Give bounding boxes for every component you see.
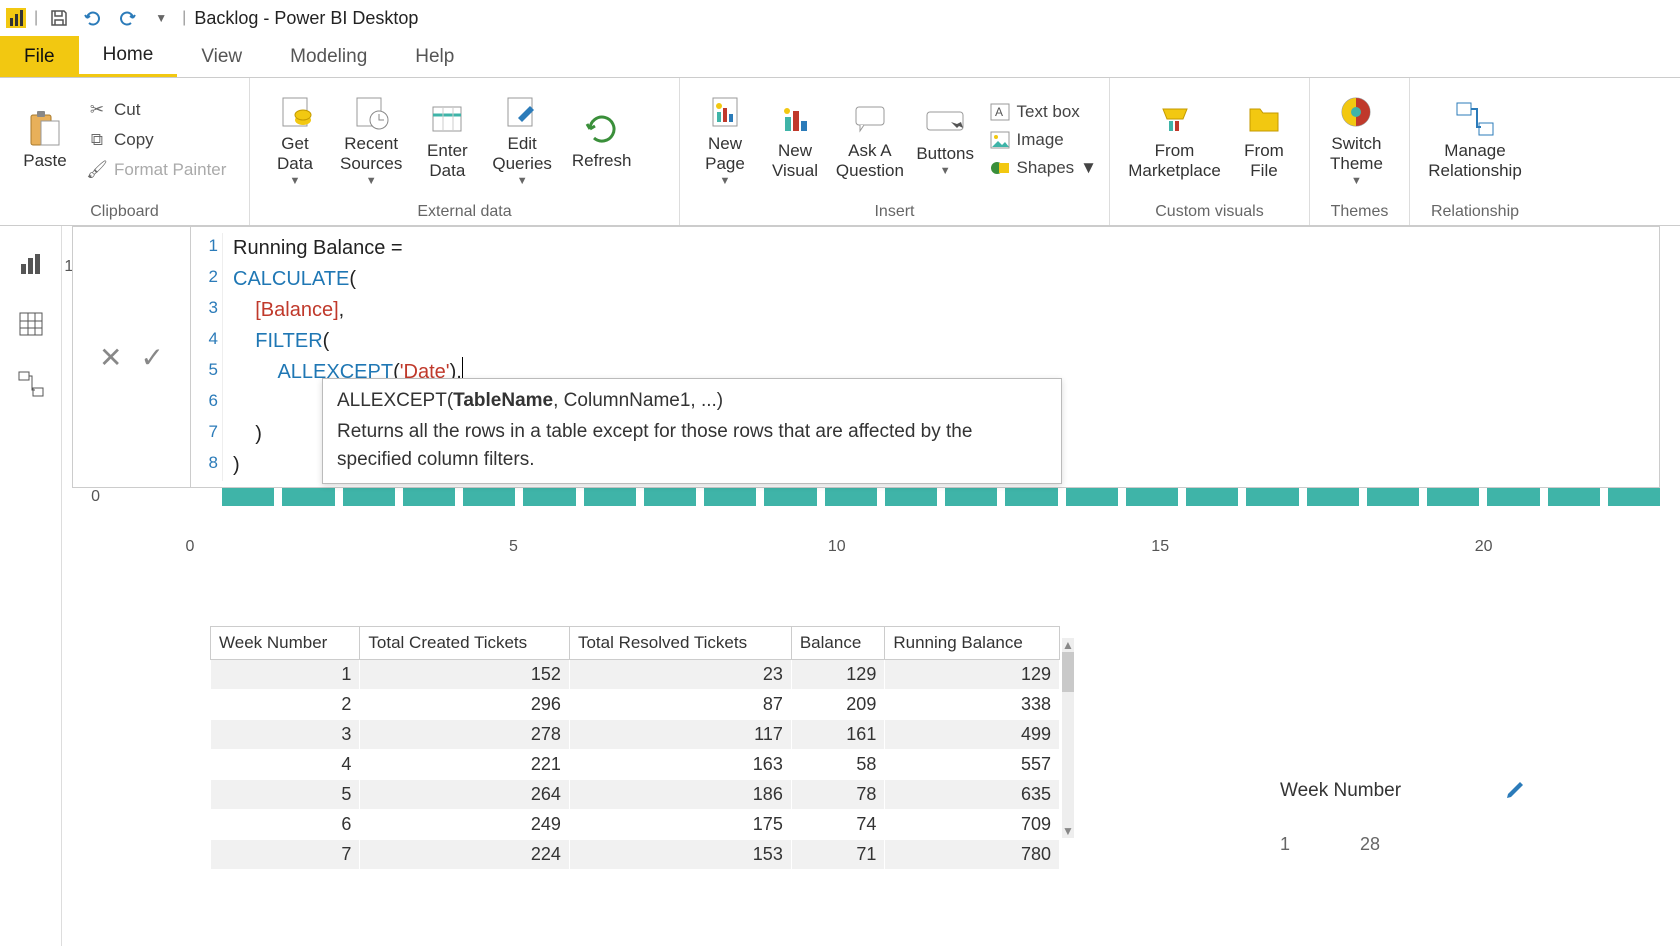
- from-marketplace-button[interactable]: From Marketplace: [1120, 95, 1229, 184]
- cancel-formula-icon[interactable]: ✕: [99, 341, 122, 374]
- table-row[interactable]: 526418678635: [211, 780, 1060, 810]
- intellisense-tooltip: ALLEXCEPT(TableName, ColumnName1, ...) R…: [322, 378, 1062, 484]
- image-button[interactable]: Image: [987, 127, 1100, 153]
- enter-data-button[interactable]: Enter Data: [412, 95, 482, 184]
- qat-dropdown-icon[interactable]: ▼: [148, 5, 174, 31]
- table-row[interactable]: 115223129129: [211, 660, 1060, 690]
- view-tab[interactable]: View: [177, 36, 266, 77]
- undo-icon[interactable]: [80, 5, 106, 31]
- save-icon[interactable]: [46, 5, 72, 31]
- week-number-slicer[interactable]: Week Number 1 28: [1280, 780, 1401, 855]
- table-scrollbar[interactable]: ▲ ▼: [1062, 638, 1074, 838]
- copy-button[interactable]: ⧉Copy: [84, 127, 228, 153]
- window-title: Backlog - Power BI Desktop: [194, 8, 418, 29]
- column-header[interactable]: Week Number: [211, 627, 360, 660]
- edit-queries-button[interactable]: Edit Queries▼: [482, 88, 562, 191]
- column-header[interactable]: Total Created Tickets: [360, 627, 570, 660]
- from-file-button[interactable]: From File: [1229, 95, 1299, 184]
- data-table[interactable]: Week NumberTotal Created TicketsTotal Re…: [210, 626, 1060, 856]
- textbox-icon: A: [989, 101, 1011, 123]
- themes-group-label: Themes: [1310, 201, 1409, 225]
- title-bar: | ▼ | Backlog - Power BI Desktop: [0, 0, 1680, 36]
- insert-group-label: Insert: [680, 201, 1109, 225]
- custom-visuals-group-label: Custom visuals: [1110, 201, 1309, 225]
- column-header[interactable]: Total Resolved Tickets: [569, 627, 791, 660]
- table-row[interactable]: 624917574709: [211, 810, 1060, 840]
- redo-icon[interactable]: [114, 5, 140, 31]
- table-row[interactable]: 422116358557: [211, 750, 1060, 780]
- ribbon: Paste ✂Cut ⧉Copy 🖌Format Painter Clipboa…: [0, 78, 1680, 226]
- clipboard-group-label: Clipboard: [0, 201, 249, 225]
- manage-relationships-button[interactable]: Manage Relationship: [1420, 95, 1530, 184]
- recent-sources-button[interactable]: Recent Sources▼: [330, 88, 412, 191]
- modeling-tab[interactable]: Modeling: [266, 36, 391, 77]
- app-icon: [6, 8, 26, 28]
- slicer-max: 28: [1360, 834, 1380, 855]
- switch-theme-button[interactable]: Switch Theme▼: [1320, 88, 1393, 191]
- report-view-icon[interactable]: [11, 244, 51, 284]
- image-icon: [989, 129, 1011, 151]
- view-switcher: [0, 226, 62, 946]
- new-visual-button[interactable]: New Visual: [760, 95, 830, 184]
- table-row[interactable]: 3278117161499: [211, 720, 1060, 750]
- column-header[interactable]: Running Balance: [885, 627, 1060, 660]
- model-view-icon[interactable]: [11, 364, 51, 404]
- home-tab[interactable]: Home: [79, 36, 178, 77]
- textbox-button[interactable]: AText box: [987, 99, 1100, 125]
- cut-button[interactable]: ✂Cut: [84, 97, 228, 123]
- new-page-button[interactable]: New Page▼: [690, 88, 760, 191]
- menu-bar: File Home View Modeling Help: [0, 36, 1680, 78]
- slicer-min: 1: [1280, 834, 1290, 855]
- external-data-group-label: External data: [250, 201, 679, 225]
- svg-text:A: A: [995, 105, 1003, 119]
- pencil-icon[interactable]: [1505, 778, 1531, 800]
- file-tab[interactable]: File: [0, 36, 79, 77]
- slicer-title: Week Number: [1280, 780, 1401, 801]
- ask-question-button[interactable]: Ask A Question: [830, 95, 910, 184]
- brush-icon: 🖌: [86, 159, 108, 181]
- paste-button[interactable]: Paste: [10, 105, 80, 175]
- shapes-icon: [989, 157, 1011, 179]
- help-tab[interactable]: Help: [391, 36, 478, 77]
- copy-icon: ⧉: [86, 129, 108, 151]
- data-view-icon[interactable]: [11, 304, 51, 344]
- format-painter-button[interactable]: 🖌Format Painter: [84, 157, 228, 183]
- scissors-icon: ✂: [86, 99, 108, 121]
- shapes-button[interactable]: Shapes ▼: [987, 155, 1100, 181]
- table-row[interactable]: 722415371780: [211, 840, 1060, 870]
- buttons-button[interactable]: Buttons▼: [910, 98, 981, 182]
- column-header[interactable]: Balance: [791, 627, 885, 660]
- commit-formula-icon[interactable]: ✓: [141, 341, 164, 374]
- refresh-button[interactable]: Refresh: [562, 105, 642, 175]
- table-row[interactable]: 229687209338: [211, 690, 1060, 720]
- relationships-group-label: Relationship: [1410, 201, 1540, 225]
- get-data-button[interactable]: Get Data▼: [260, 88, 330, 191]
